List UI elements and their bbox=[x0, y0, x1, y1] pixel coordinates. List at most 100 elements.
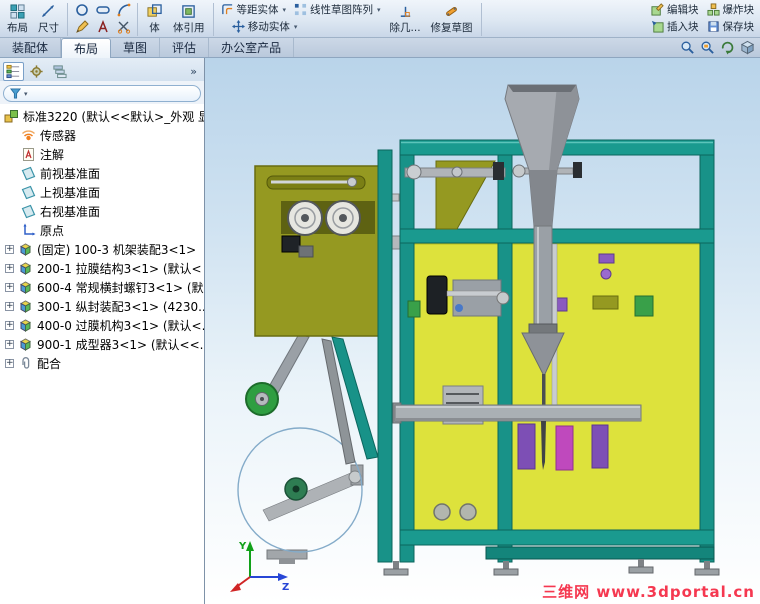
view-tools-cluster bbox=[680, 38, 760, 57]
tree-item-mates[interactable]: + 配合 bbox=[0, 354, 204, 373]
plane-icon bbox=[21, 166, 36, 181]
tree-item-annotations[interactable]: 注解 bbox=[0, 145, 204, 164]
pencil-tool-icon[interactable] bbox=[75, 19, 89, 34]
explode-block-icon bbox=[706, 3, 720, 16]
tree-item-label: 600-4 常规横封螺钉3<1> (默... bbox=[37, 281, 204, 295]
graphics-viewport[interactable]: Y Z 三维网 www.3dportal.cn bbox=[205, 58, 760, 604]
tree-filter-bar[interactable]: ▾ bbox=[3, 85, 201, 102]
propertymanager-icon bbox=[30, 64, 43, 78]
expand-plus-icon[interactable]: + bbox=[5, 302, 14, 311]
repair-sketch-button[interactable]: 修复草图 bbox=[426, 0, 478, 37]
tab-assembly[interactable]: 装配体 bbox=[0, 38, 62, 57]
command-manager-tabs: 装配体 布局 草图 评估 办公室产品 bbox=[0, 38, 760, 58]
expand-plus-icon[interactable]: + bbox=[5, 245, 14, 254]
tree-item-sensors[interactable]: 传感器 bbox=[0, 126, 204, 145]
chevron-down-icon: ▾ bbox=[24, 89, 28, 98]
tree-item-label: 400-0 过膜机构3<1> (默认<... bbox=[37, 319, 204, 333]
insert-block-label: 插入块 bbox=[667, 21, 699, 33]
layout-icon bbox=[10, 4, 25, 19]
tree-item-component-400-0[interactable]: + 400-0 过膜机构3<1> (默认<... bbox=[0, 316, 204, 335]
tree-item-component-100-3[interactable]: + (固定) 100-3 机架装配3<1> bbox=[0, 240, 204, 259]
tree-item-label: 传感器 bbox=[40, 129, 77, 143]
layout-button[interactable]: 布局 bbox=[2, 0, 33, 37]
rotate-view-icon[interactable] bbox=[720, 40, 735, 55]
convert-entities-label: 体 bbox=[149, 22, 160, 34]
tree-item-label: 原点 bbox=[40, 224, 65, 238]
tree-item-label: 标准3220 (默认<<默认>_外观 显 bbox=[23, 110, 204, 124]
display-delete-relations-button[interactable]: 除几... bbox=[385, 0, 426, 37]
tree-item-component-900-1[interactable]: + 900-1 成型器3<1> (默认<<... bbox=[0, 335, 204, 354]
tree-item-component-600-4[interactable]: + 600-4 常规横封螺钉3<1> (默... bbox=[0, 278, 204, 297]
feature-manager-panel: » ▾ 标准3220 (默认<<默认>_外观 显 传感器 注解 前视基准面 上视… bbox=[0, 58, 205, 604]
assembly-icon bbox=[4, 109, 19, 124]
offset-entities-label: 等距实体 bbox=[236, 4, 279, 16]
featuremanager-tree-tab[interactable] bbox=[3, 61, 24, 81]
arc-tool-icon[interactable] bbox=[117, 3, 131, 17]
explode-block-button[interactable]: 爆炸块 bbox=[703, 1, 759, 18]
expand-plus-icon[interactable]: + bbox=[5, 321, 14, 330]
leveling-feet[interactable] bbox=[383, 559, 720, 576]
propertymanager-tab[interactable] bbox=[26, 62, 47, 81]
zoom-area-icon[interactable] bbox=[700, 40, 715, 55]
tree-item-front-plane[interactable]: 前视基准面 bbox=[0, 164, 204, 183]
circle-tool-icon[interactable] bbox=[75, 3, 89, 17]
tab-office-products[interactable]: 办公室产品 bbox=[209, 38, 295, 57]
dimension-icon bbox=[41, 4, 55, 18]
origin-icon bbox=[21, 223, 36, 238]
tree-item-right-plane[interactable]: 右视基准面 bbox=[0, 202, 204, 221]
save-block-button[interactable]: 保存块 bbox=[703, 18, 759, 35]
linear-sketch-pattern-button[interactable]: 线性草图阵列 ▾ bbox=[290, 1, 385, 18]
panel-tab-strip: » bbox=[0, 58, 204, 81]
tree-item-component-200-1[interactable]: + 200-1 拉膜结构3<1> (默认< bbox=[0, 259, 204, 278]
move-entities-button[interactable]: 移动实体 ▾ bbox=[228, 18, 302, 35]
tab-layout[interactable]: 布局 bbox=[61, 38, 112, 58]
trim-tool-icon[interactable] bbox=[117, 20, 131, 34]
axis-y-label: Y bbox=[238, 541, 247, 552]
component-icon bbox=[18, 280, 33, 295]
expand-plus-icon[interactable]: + bbox=[5, 283, 14, 292]
main-area: » ▾ 标准3220 (默认<<默认>_外观 显 传感器 注解 前视基准面 上视… bbox=[0, 58, 760, 604]
expand-plus-icon[interactable]: + bbox=[5, 264, 14, 273]
offset-entities-icon bbox=[221, 4, 232, 15]
tab-sketch[interactable]: 草图 bbox=[111, 38, 161, 57]
repair-sketch-label: 修复草图 bbox=[430, 22, 473, 34]
repair-sketch-icon bbox=[446, 7, 457, 16]
feature-tree: 标准3220 (默认<<默认>_外观 显 传感器 注解 前视基准面 上视基准面 bbox=[0, 104, 204, 604]
relations-icon bbox=[400, 6, 410, 17]
relations-label: 除几... bbox=[389, 22, 421, 34]
smart-dimension-button[interactable]: 尺寸 bbox=[33, 0, 64, 37]
zoom-to-fit-icon[interactable] bbox=[680, 40, 695, 55]
dimension-label: 尺寸 bbox=[38, 22, 59, 34]
tree-item-component-300-1[interactable]: + 300-1 纵封装配3<1> (4230... bbox=[0, 297, 204, 316]
save-block-icon bbox=[707, 21, 719, 32]
expand-plus-icon[interactable]: + bbox=[5, 359, 14, 368]
machine-model[interactable]: Y Z bbox=[205, 58, 760, 604]
text-tool-icon[interactable] bbox=[96, 19, 110, 34]
edit-block-label: 编辑块 bbox=[667, 4, 699, 16]
watermark-text: 三维网 www.3dportal.cn bbox=[542, 583, 755, 601]
tab-evaluate[interactable]: 评估 bbox=[160, 38, 210, 57]
configurationmanager-tab[interactable] bbox=[49, 62, 70, 81]
tree-item-origin[interactable]: 原点 bbox=[0, 221, 204, 240]
explode-block-label: 爆炸块 bbox=[722, 4, 755, 16]
solidworks-window: 布局 尺寸 体 体引用 等距实体 ▾ 线性草图阵列 ▾ 移动实体 ▾ 除几...… bbox=[0, 0, 760, 604]
edit-block-button[interactable]: 编辑块 bbox=[647, 1, 703, 18]
entity-reference-button[interactable]: 体引用 bbox=[168, 0, 210, 37]
configurationmanager-icon bbox=[53, 64, 67, 78]
expand-plus-icon[interactable]: + bbox=[5, 340, 14, 349]
slot-tool-icon[interactable] bbox=[95, 3, 110, 17]
command-manager-toolbar: 布局 尺寸 体 体引用 等距实体 ▾ 线性草图阵列 ▾ 移动实体 ▾ 除几...… bbox=[0, 0, 760, 38]
offset-entities-button[interactable]: 等距实体 ▾ bbox=[217, 1, 291, 18]
tree-item-top-plane[interactable]: 上视基准面 bbox=[0, 183, 204, 202]
tree-item-label: 900-1 成型器3<1> (默认<<... bbox=[37, 338, 204, 352]
film-guide-arms[interactable] bbox=[245, 333, 379, 465]
tree-item-assembly-root[interactable]: 标准3220 (默认<<默认>_外观 显 bbox=[0, 107, 204, 126]
sensor-icon bbox=[21, 128, 36, 143]
panel-flyout-icon[interactable]: » bbox=[190, 65, 201, 78]
insert-block-button[interactable]: 插入块 bbox=[647, 18, 703, 35]
component-icon bbox=[18, 261, 33, 276]
convert-entities-button[interactable]: 体 bbox=[141, 0, 168, 37]
tree-item-label: 注解 bbox=[40, 148, 65, 162]
toolbar-separator bbox=[480, 3, 482, 36]
display-style-icon[interactable] bbox=[740, 40, 755, 55]
